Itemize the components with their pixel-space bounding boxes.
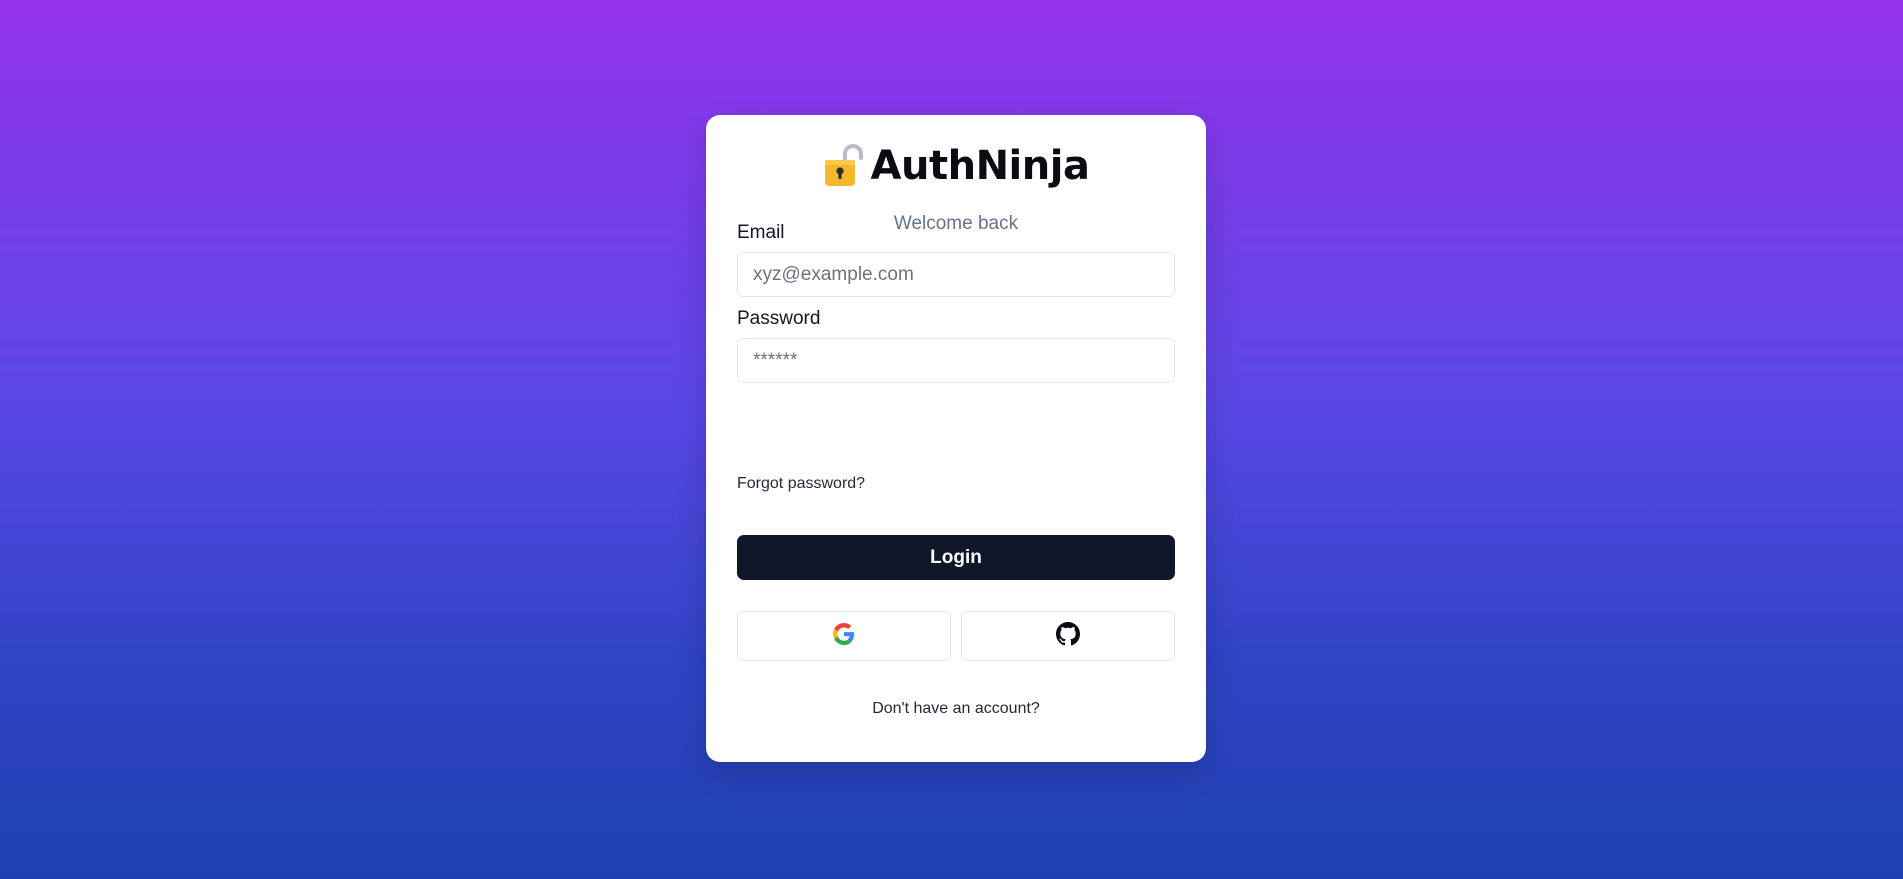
github-icon	[1056, 621, 1080, 651]
login-button[interactable]: Login	[737, 535, 1175, 580]
forgot-password-link[interactable]: Forgot password?	[737, 475, 865, 493]
password-label: Password	[737, 308, 821, 329]
google-icon	[833, 622, 855, 650]
github-login-button[interactable]	[961, 611, 1175, 661]
google-login-button[interactable]	[737, 611, 951, 661]
app-title: AuthNinja	[870, 143, 1090, 189]
brand-header: AuthNinja	[706, 143, 1206, 189]
login-card: AuthNinja Welcome back Email Password Fo…	[706, 115, 1206, 762]
email-field[interactable]	[737, 252, 1175, 297]
signup-link[interactable]: Don't have an account?	[706, 700, 1206, 718]
password-field[interactable]	[737, 338, 1175, 383]
email-label: Email	[737, 222, 785, 243]
lock-icon	[823, 144, 863, 188]
